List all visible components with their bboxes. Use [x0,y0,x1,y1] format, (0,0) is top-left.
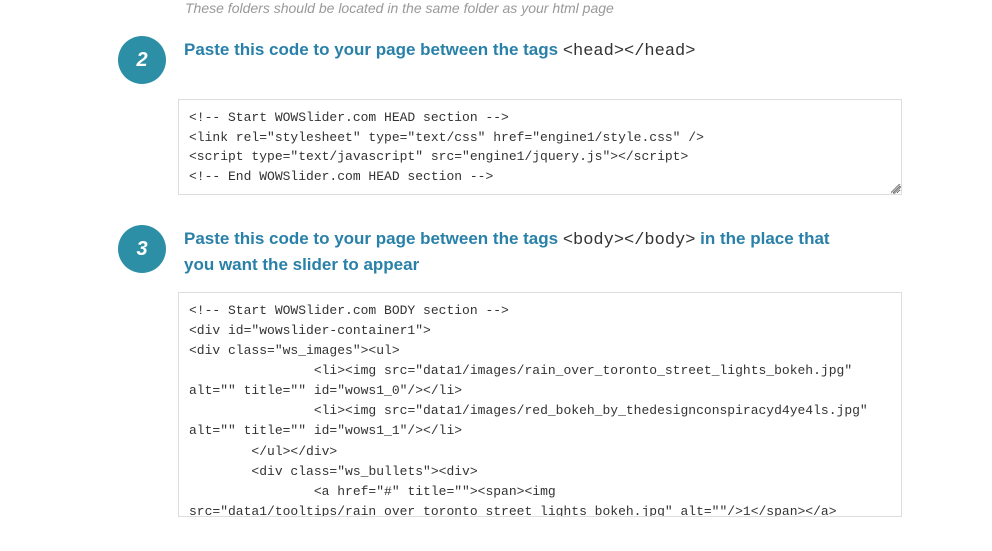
step-2: 2 Paste this code to your page between t… [20,36,972,195]
step-title-prefix-2: Paste this code to your page between the… [184,40,563,59]
step-title-3: Paste this code to your page between the… [184,225,834,277]
step-3: 3 Paste this code to your page between t… [20,225,972,517]
resize-handle-icon[interactable] [891,184,901,194]
step-circle-2: 2 [118,36,166,84]
step-title-tag-2: <head></head> [563,42,696,61]
code-box-body[interactable]: <!-- Start WOWSlider.com BODY section --… [178,292,902,517]
step-title-prefix-3: Paste this code to your page between the… [184,229,563,248]
step-circle-3: 3 [118,225,166,273]
step-title-2: Paste this code to your page between the… [184,36,695,64]
note-text: These folders should be located in the s… [185,0,972,16]
step-title-tag-3: <body></body> [563,231,696,250]
step-header-3: 3 Paste this code to your page between t… [20,225,972,277]
code-box-head[interactable]: <!-- Start WOWSlider.com HEAD section --… [178,99,902,195]
step-header-2: 2 Paste this code to your page between t… [20,36,972,84]
